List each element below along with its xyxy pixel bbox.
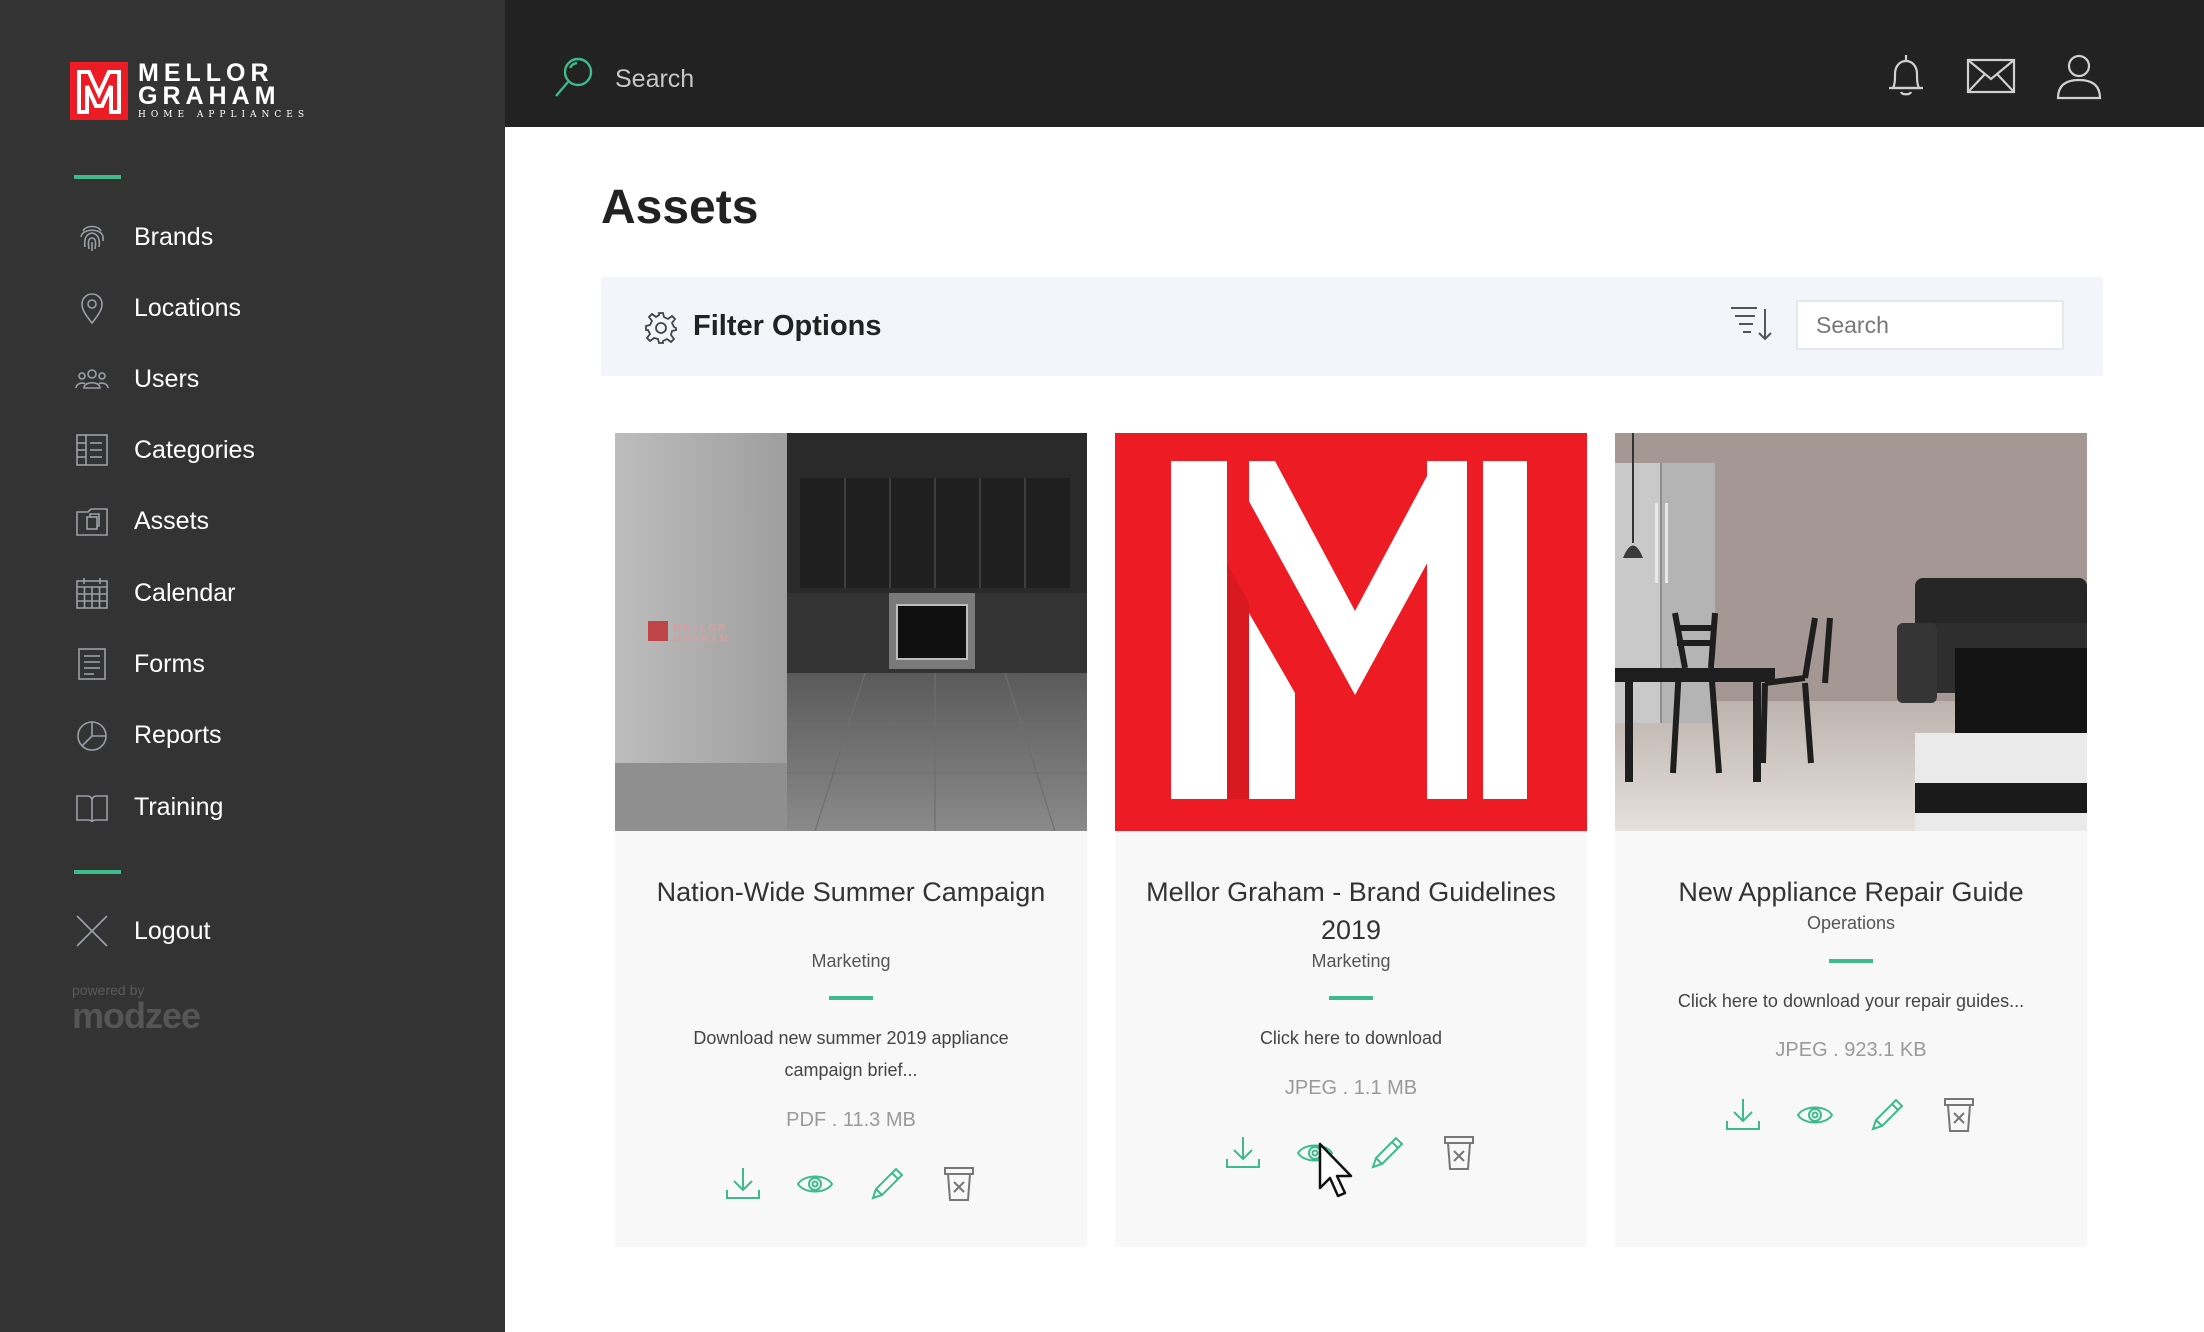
card-divider (829, 996, 873, 1000)
download-icon[interactable] (723, 1164, 763, 1204)
svg-text:GRAHAM: GRAHAM (673, 634, 730, 645)
card-description: Click here to download (1259, 1028, 1443, 1048)
filter-options-label[interactable]: Filter Options (693, 310, 882, 343)
sidebar-item-users[interactable]: Users (72, 354, 472, 404)
mouse-cursor-icon (1318, 1142, 1358, 1200)
brand-logo[interactable]: MELLOR GRAHAM HOME APPLIANCES (70, 61, 330, 122)
asset-card[interactable]: New Appliance Repair Guide Operations Cl… (1615, 433, 2087, 1247)
dining-room-photo[interactable] (1615, 433, 2087, 831)
book-icon (72, 787, 112, 827)
powered-by-brand: modzee (72, 995, 201, 1036)
fingerprint-icon (72, 217, 112, 257)
filter-search-input[interactable] (1796, 300, 2064, 350)
sort-icon[interactable] (1729, 303, 1773, 343)
logo-wordmark: MELLOR GRAHAM HOME APPLIANCES (138, 61, 310, 122)
card-meta: JPEG . 1.1 MB (1284, 1077, 1418, 1099)
categories-icon (72, 430, 112, 470)
sidebar-item-label: Calendar (134, 578, 236, 607)
sidebar-item-label: Assets (134, 506, 210, 535)
sidebar-divider-bottom (74, 870, 121, 874)
close-icon (72, 911, 112, 951)
sidebar-item-categories[interactable]: Categories (72, 425, 472, 475)
download-icon[interactable] (1723, 1095, 1763, 1135)
search-icon (553, 55, 595, 104)
card-category: Marketing (1311, 951, 1391, 971)
asset-card[interactable]: Mellor Graham - Brand Guidelines 2019 Ma… (1115, 433, 1587, 1247)
card-meta: JPEG . 923.1 KB (1775, 1039, 1927, 1061)
card-meta: PDF . 11.3 MB (786, 1109, 916, 1131)
logout-button[interactable]: Logout (72, 906, 472, 956)
card-divider (1329, 996, 1373, 1000)
bell-icon[interactable] (1880, 50, 1932, 102)
card-actions (1723, 1095, 1979, 1135)
sidebar-item-label: Brands (134, 222, 214, 251)
delete-icon[interactable] (1939, 1095, 1979, 1135)
logo-line-3: HOME APPLIANCES (138, 110, 310, 120)
location-pin-icon (72, 288, 112, 328)
mail-icon[interactable] (1965, 50, 2017, 102)
page-title: Assets (601, 181, 759, 234)
svg-text:MELLOR: MELLOR (673, 623, 727, 634)
delete-icon[interactable] (1439, 1133, 1479, 1173)
sidebar-item-label: Training (134, 792, 224, 821)
user-icon[interactable] (2053, 50, 2105, 102)
download-icon[interactable] (1223, 1133, 1263, 1173)
view-icon[interactable] (795, 1164, 835, 1204)
pie-chart-icon (72, 715, 112, 755)
card-category: Marketing (811, 951, 891, 971)
sidebar-divider-top (74, 175, 121, 179)
sidebar-item-label: Reports (134, 720, 222, 749)
sidebar-item-training[interactable]: Training (72, 782, 472, 832)
forms-icon (72, 644, 112, 684)
global-search[interactable] (553, 55, 1017, 104)
card-description: Download new summer 2019 appliance campa… (693, 1028, 1009, 1080)
card-actions (723, 1164, 979, 1204)
users-icon (72, 359, 112, 399)
card-category: Operations (1806, 913, 1896, 933)
brand-logo[interactable] (1115, 433, 1587, 831)
assets-icon (72, 501, 112, 541)
delete-icon[interactable] (939, 1164, 979, 1204)
view-icon[interactable] (1795, 1095, 1835, 1135)
sidebar-item-label: Forms (134, 649, 205, 678)
asset-card[interactable]: MELLOR GRAHAM Nation-Wide Summer Campaig… (615, 433, 1087, 1247)
sidebar-item-label: Locations (134, 293, 242, 322)
gear-icon[interactable] (644, 311, 678, 345)
sidebar-item-reports[interactable]: Reports (72, 710, 472, 760)
topbar (505, 0, 2204, 127)
powered-by: powered by modzee (72, 982, 201, 1036)
sidebar-item-label: Categories (134, 435, 255, 464)
sidebar-item-forms[interactable]: Forms (72, 639, 472, 689)
sidebar: MELLOR GRAHAM HOME APPLIANCES Brands Loc… (0, 0, 505, 1332)
card-title: New Appliance Repair Guide (1678, 877, 2024, 907)
edit-icon[interactable] (867, 1164, 907, 1204)
filter-bar: Filter Options (601, 277, 2103, 376)
edit-icon[interactable] (1367, 1133, 1407, 1173)
card-title: Mellor Graham - Brand Guidelines 2019 (1146, 877, 1556, 945)
logo-mark (70, 62, 128, 120)
calendar-icon (72, 573, 112, 613)
sidebar-item-assets[interactable]: Assets (72, 496, 472, 546)
card-description: Click here to download your repair guide… (1677, 991, 2025, 1011)
sidebar-item-brands[interactable]: Brands (72, 212, 472, 262)
edit-icon[interactable] (1867, 1095, 1907, 1135)
logout-label: Logout (134, 916, 211, 945)
sidebar-item-calendar[interactable]: Calendar (72, 568, 472, 618)
card-title: Nation-Wide Summer Campaign (656, 877, 1046, 907)
global-search-input[interactable] (613, 64, 1017, 95)
sidebar-item-label: Users (134, 364, 200, 393)
kitchen-photo[interactable]: MELLOR GRAHAM (615, 433, 1087, 831)
sidebar-item-locations[interactable]: Locations (72, 283, 472, 333)
logo-line-2: GRAHAM (138, 82, 281, 110)
card-divider (1829, 959, 1873, 963)
